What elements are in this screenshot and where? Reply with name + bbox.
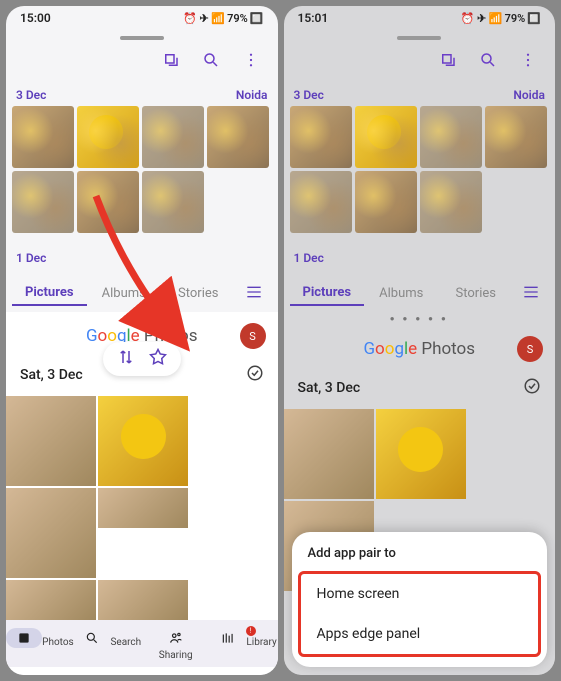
date-header-2: 1 Dec	[284, 233, 556, 273]
gphoto-thumb[interactable]	[6, 580, 96, 620]
status-bar: 15:01 ⏰ ✈ 📶 79%🔲	[284, 6, 556, 30]
photo-thumb[interactable]	[77, 106, 139, 168]
gphotos-bottom-nav: Photos Search Sharing !Library	[6, 620, 278, 667]
photo-thumb[interactable]	[290, 106, 352, 168]
nav-library[interactable]: !Library	[210, 628, 278, 661]
photo-thumb[interactable]	[77, 171, 139, 233]
menu-icon[interactable]	[236, 286, 272, 302]
location-label: Noida	[513, 88, 545, 102]
date-header: 3 Dec Noida	[284, 82, 556, 106]
select-icon[interactable]	[439, 51, 457, 73]
gallery-tabs: Pictures Albums Stories	[6, 273, 278, 312]
gphoto-thumb[interactable]	[6, 396, 96, 486]
gallery-toolbar	[284, 42, 556, 82]
photo-thumb[interactable]	[420, 106, 482, 168]
photo-grid	[6, 106, 278, 233]
more-icon[interactable]	[519, 51, 537, 73]
gphoto-thumb[interactable]	[98, 488, 188, 528]
status-right: ⏰ ✈ 📶 79%🔲	[461, 12, 541, 25]
photo-thumb[interactable]	[485, 106, 547, 168]
gallery-tabs: Pictures Albums Stories	[284, 273, 556, 312]
select-icon[interactable]	[162, 51, 180, 73]
photo-thumb[interactable]	[355, 171, 417, 233]
status-right: ⏰ ✈ 📶 79%🔲	[183, 12, 263, 25]
gphotos-grid	[6, 396, 278, 620]
tab-albums[interactable]: Albums	[87, 282, 162, 305]
phone-left: 15:00 ⏰ ✈ 📶 79%🔲 3 Dec Noida 1 Dec Pictu…	[6, 6, 278, 675]
drag-handle[interactable]	[120, 36, 164, 40]
status-time: 15:01	[298, 11, 329, 25]
photo-thumb[interactable]	[12, 106, 74, 168]
search-icon[interactable]	[479, 51, 497, 73]
gphotos-date-row: Sat, 3 Dec	[284, 369, 556, 409]
star-icon[interactable]	[149, 348, 167, 370]
check-all-icon[interactable]	[523, 377, 541, 399]
annotation-highlight: Home screen Apps edge panel	[298, 571, 542, 657]
menu-icon[interactable]	[513, 286, 549, 302]
date-label: 3 Dec	[294, 88, 324, 102]
tab-stories[interactable]: Stories	[439, 282, 514, 305]
badge-icon: !	[246, 626, 256, 636]
tab-pictures[interactable]: Pictures	[12, 281, 87, 306]
date-header-2: 1 Dec	[6, 233, 278, 273]
split-controls	[103, 342, 181, 376]
more-icon[interactable]	[242, 51, 260, 73]
gphotos-date: Sat, 3 Dec	[20, 367, 83, 383]
gphotos-header: Google Photos S	[284, 325, 556, 369]
tab-pictures[interactable]: Pictures	[290, 281, 365, 306]
gphotos-date: Sat, 3 Dec	[298, 380, 361, 396]
location-label: Noida	[236, 88, 268, 102]
status-bar: 15:00 ⏰ ✈ 📶 79%🔲	[6, 6, 278, 30]
photo-thumb[interactable]	[420, 171, 482, 233]
gphoto-thumb[interactable]	[6, 488, 96, 578]
tab-stories[interactable]: Stories	[161, 282, 236, 305]
drag-handle[interactable]	[397, 36, 441, 40]
gphoto-thumb[interactable]	[284, 409, 374, 499]
photo-thumb[interactable]	[355, 106, 417, 168]
gphoto-thumb[interactable]	[376, 409, 466, 499]
date-header: 3 Dec Noida	[6, 82, 278, 106]
photo-grid	[284, 106, 556, 233]
status-time: 15:00	[20, 11, 51, 25]
action-sheet: Add app pair to Home screen Apps edge pa…	[292, 532, 548, 667]
swap-icon[interactable]	[117, 348, 135, 370]
photo-thumb[interactable]	[290, 171, 352, 233]
sheet-title: Add app pair to	[292, 546, 548, 571]
tab-albums[interactable]: Albums	[364, 282, 439, 305]
date-label: 3 Dec	[16, 88, 46, 102]
photo-thumb[interactable]	[12, 171, 74, 233]
nav-photos[interactable]: Photos	[6, 628, 74, 661]
search-icon[interactable]	[202, 51, 220, 73]
gphoto-thumb[interactable]	[98, 580, 188, 620]
account-avatar[interactable]: S	[240, 323, 266, 349]
photo-thumb[interactable]	[142, 106, 204, 168]
nav-sharing[interactable]: Sharing	[142, 628, 210, 661]
google-photos-logo: Google Photos	[363, 339, 475, 359]
nav-search[interactable]: Search	[74, 628, 142, 661]
photo-thumb[interactable]	[207, 106, 269, 168]
photo-thumb[interactable]	[142, 171, 204, 233]
option-home-screen[interactable]: Home screen	[301, 574, 539, 614]
gallery-toolbar	[6, 42, 278, 82]
split-dots[interactable]: ● ● ● ● ●	[284, 312, 556, 325]
option-apps-edge-panel[interactable]: Apps edge panel	[301, 614, 539, 654]
account-avatar[interactable]: S	[517, 336, 543, 362]
check-all-icon[interactable]	[246, 364, 264, 386]
gphoto-thumb[interactable]	[98, 396, 188, 486]
phone-right: 15:01 ⏰ ✈ 📶 79%🔲 3 Dec Noida 1 Dec Pictu…	[284, 6, 556, 675]
